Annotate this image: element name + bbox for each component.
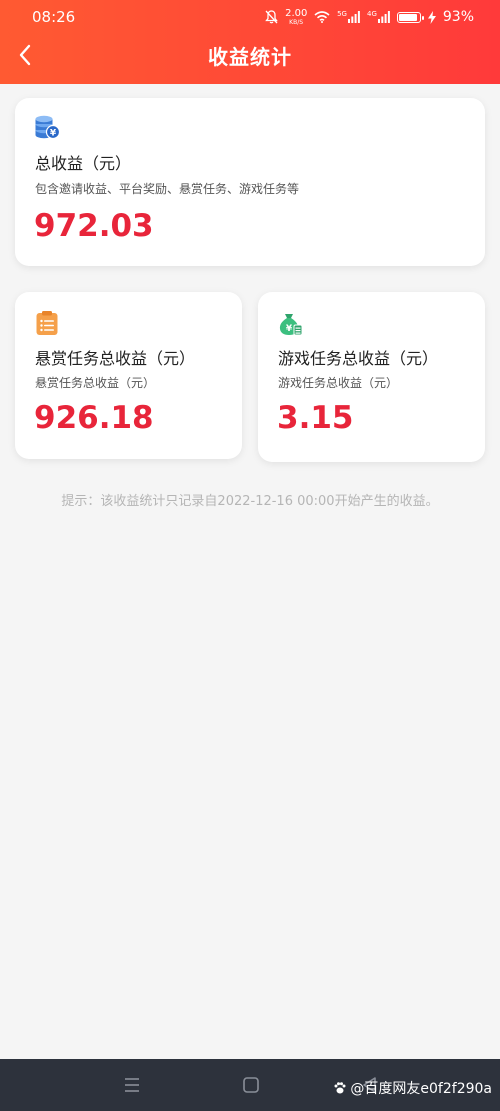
status-bar: 08:26 2.00 KB/S 5G 4G 93% bbox=[0, 0, 500, 34]
status-icons: 2.00 KB/S 5G 4G 93% bbox=[265, 7, 474, 26]
signal-sim1: 5G bbox=[337, 11, 360, 23]
system-nav-bar: @百度网友e0f2f290a bbox=[0, 1059, 500, 1111]
charging-bolt-icon bbox=[427, 10, 436, 24]
wifi-icon bbox=[314, 11, 330, 23]
nav-bar: 收益统计 bbox=[0, 34, 500, 76]
battery-percent: 93% bbox=[442, 9, 474, 25]
chevron-left-icon bbox=[19, 44, 31, 66]
tip-text: 提示：该收益统计只记录自2022-12-16 00:00开始产生的收益。 bbox=[61, 494, 439, 509]
back-button[interactable] bbox=[8, 38, 42, 72]
reward-task-earnings-card[interactable]: 悬赏任务总收益（元） 悬赏任务总收益（元） 926.18 bbox=[15, 292, 242, 459]
reward-task-earnings-subtitle: 悬赏任务总收益（元） bbox=[35, 376, 156, 390]
watermark-text: @百度网友e0f2f290a bbox=[350, 1081, 492, 1097]
total-earnings-value: 972.03 bbox=[34, 208, 154, 244]
screen: 08:26 2.00 KB/S 5G 4G 93% 收益统计 ¥ 总收益（元） … bbox=[0, 0, 500, 1111]
clipboard-list-icon bbox=[36, 311, 58, 335]
home-square-icon[interactable] bbox=[239, 1073, 263, 1097]
signal-bars-icon bbox=[347, 11, 360, 23]
mute-bell-icon bbox=[265, 10, 278, 24]
page-title: 收益统计 bbox=[208, 44, 292, 69]
reward-task-earnings-value: 926.18 bbox=[34, 400, 154, 436]
paw-icon bbox=[334, 1082, 346, 1094]
battery-icon bbox=[396, 11, 424, 23]
game-task-earnings-title: 游戏任务总收益（元） bbox=[278, 349, 439, 368]
status-time: 08:26 bbox=[32, 8, 76, 26]
signal-bars-icon bbox=[377, 11, 390, 23]
net-speed: 2.00 KB/S bbox=[285, 7, 308, 26]
coins-yen-icon: ¥ bbox=[35, 115, 60, 140]
svg-text:¥: ¥ bbox=[286, 324, 293, 334]
reward-task-earnings-title: 悬赏任务总收益（元） bbox=[35, 349, 196, 368]
game-task-earnings-subtitle: 游戏任务总收益（元） bbox=[278, 376, 399, 390]
total-earnings-card[interactable]: ¥ 总收益（元） 包含邀请收益、平台奖励、悬赏任务、游戏任务等 972.03 bbox=[15, 98, 485, 266]
signal-sim2: 4G bbox=[367, 11, 390, 23]
svg-text:¥: ¥ bbox=[50, 129, 57, 139]
game-task-earnings-value: 3.15 bbox=[277, 400, 354, 436]
total-earnings-subtitle: 包含邀请收益、平台奖励、悬赏任务、游戏任务等 bbox=[35, 182, 300, 196]
menu-icon[interactable] bbox=[120, 1073, 144, 1097]
header: 08:26 2.00 KB/S 5G 4G 93% 收益统计 bbox=[0, 0, 500, 84]
total-earnings-title: 总收益（元） bbox=[35, 154, 132, 173]
game-task-earnings-card[interactable]: ¥ 游戏任务总收益（元） 游戏任务总收益（元） 3.15 bbox=[258, 292, 485, 462]
money-bag-icon: ¥ bbox=[279, 314, 303, 336]
watermark: @百度网友e0f2f290a bbox=[333, 1078, 492, 1098]
